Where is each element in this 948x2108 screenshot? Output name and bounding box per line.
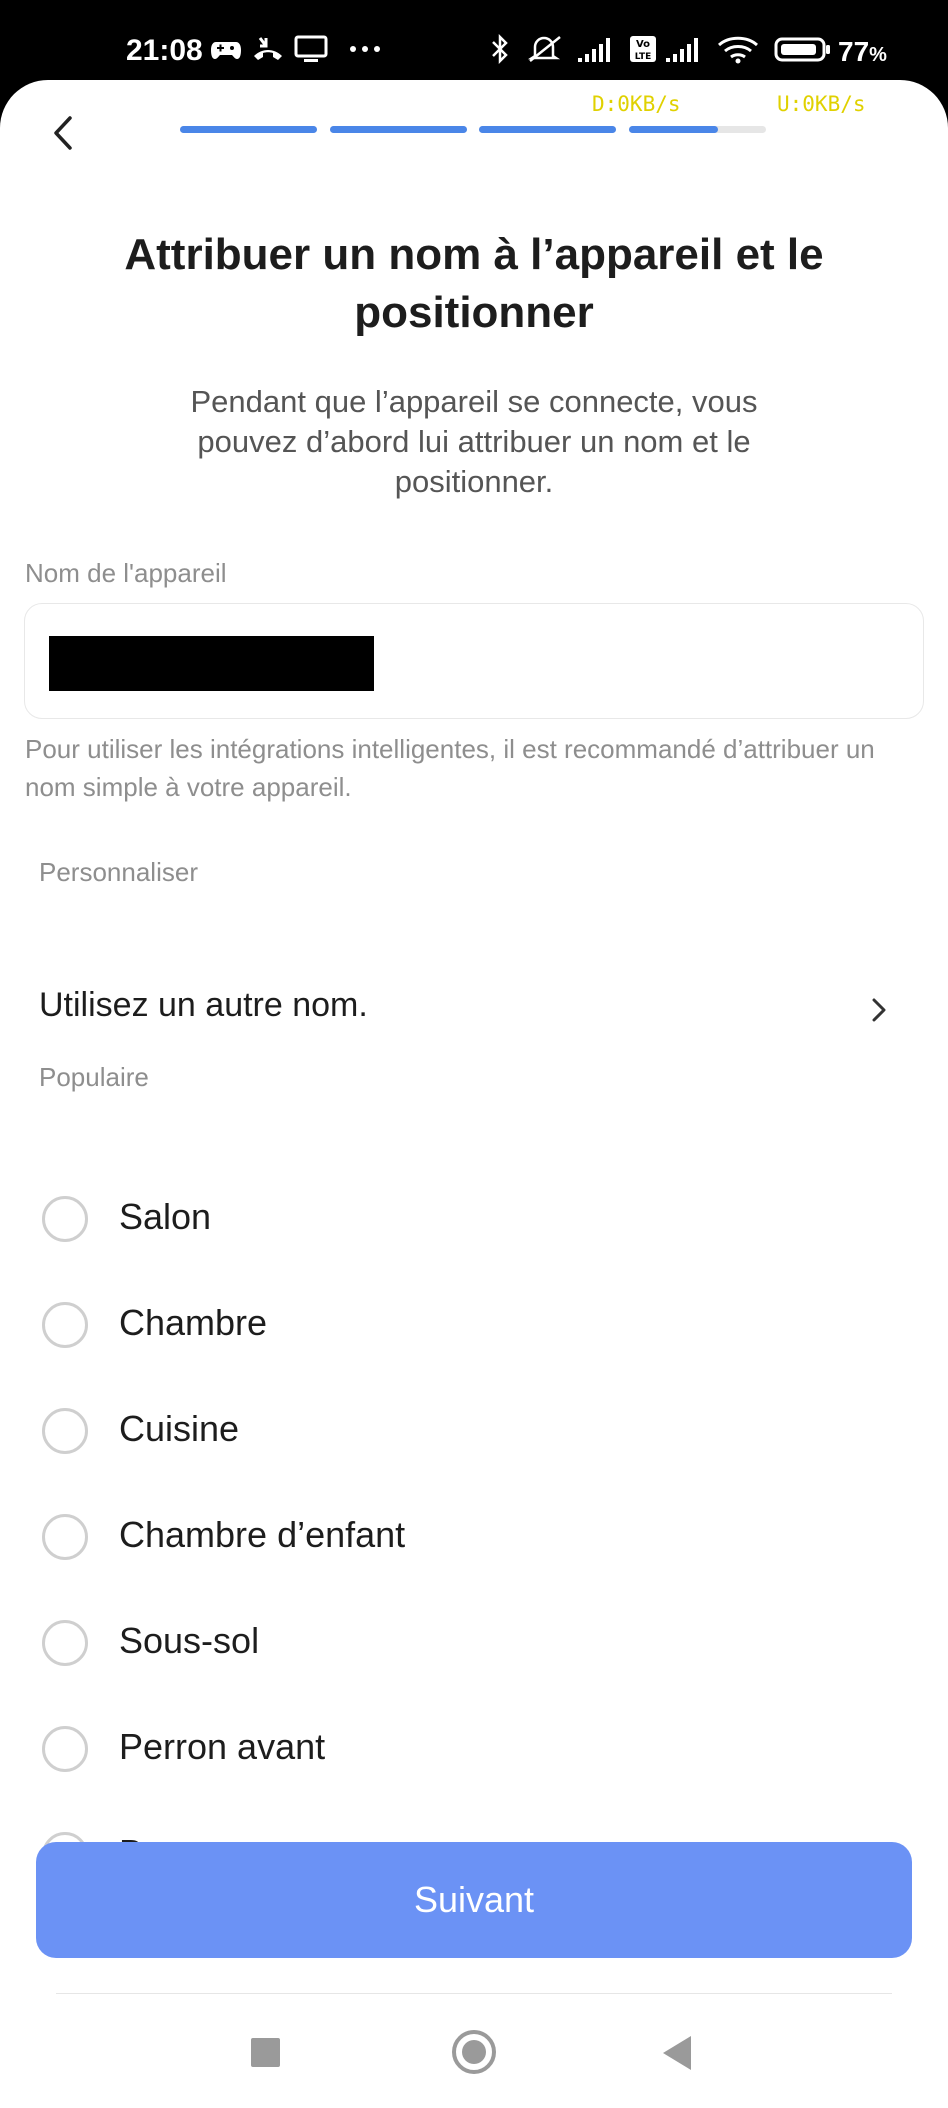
screen-cast-icon bbox=[294, 35, 328, 62]
location-option-label: Salon bbox=[119, 1196, 212, 1237]
location-option-perron-avant[interactable]: Perron avant bbox=[0, 1710, 948, 1790]
battery-icon bbox=[774, 37, 830, 62]
device-name-hint: Pour utiliser les intégrations intellige… bbox=[25, 734, 875, 802]
recents-square-icon[interactable] bbox=[251, 2038, 280, 2067]
page-title: Attribuer un nom à l’appareil et le posi… bbox=[124, 230, 824, 337]
progress-segment bbox=[629, 126, 766, 133]
wifi-icon bbox=[717, 36, 759, 64]
location-option-label: Chambre d’enfant bbox=[119, 1514, 406, 1555]
location-option-salon[interactable]: Salon bbox=[0, 1180, 948, 1260]
location-option-chambre[interactable]: Chambre bbox=[0, 1286, 948, 1366]
radio-icon[interactable] bbox=[42, 1726, 88, 1772]
location-option-label: Sous-sol bbox=[119, 1620, 260, 1661]
svg-text:Vo: Vo bbox=[636, 39, 650, 50]
divider bbox=[56, 1993, 892, 1994]
upload-speed: U:0KB/s bbox=[777, 92, 866, 116]
silent-icon bbox=[527, 36, 561, 62]
location-option-label: Perron avant bbox=[119, 1726, 326, 1767]
custom-name-label: Utilisez un autre nom. bbox=[39, 986, 368, 1024]
device-setup-sheet: D:0KB/s U:0KB/s Attribuer un nom à l’app… bbox=[0, 80, 948, 2108]
progress-segment bbox=[330, 126, 467, 133]
volte-icon: Vo LTE bbox=[630, 36, 656, 62]
back-triangle-icon[interactable] bbox=[663, 2036, 691, 2070]
next-button[interactable]: Suivant bbox=[36, 1842, 912, 1958]
progress-segment bbox=[479, 126, 616, 133]
redacted-value bbox=[49, 636, 374, 691]
custom-section-label: Personnaliser bbox=[39, 857, 198, 887]
location-option-sous-sol[interactable]: Sous-sol bbox=[0, 1604, 948, 1684]
custom-name-row[interactable]: Utilisez un autre nom. bbox=[0, 972, 948, 1048]
svg-text:LTE: LTE bbox=[635, 52, 652, 62]
call-forward-icon bbox=[254, 37, 282, 60]
location-option-label: Chambre bbox=[119, 1302, 268, 1343]
game-controller-icon bbox=[211, 42, 241, 59]
bluetooth-icon bbox=[492, 34, 508, 64]
battery-percent: 77% bbox=[838, 36, 887, 67]
popular-section-label: Populaire bbox=[39, 1062, 149, 1092]
more-dots-icon bbox=[350, 46, 380, 52]
location-option-label: Cuisine bbox=[119, 1408, 240, 1449]
download-speed: D:0KB/s bbox=[592, 92, 681, 116]
popular-location-list: Salon Chambre Cuisine Chambre d’enfant S… bbox=[0, 1180, 948, 1880]
device-name-input[interactable] bbox=[24, 603, 924, 719]
page-subtitle: Pendant que l’appareil se connecte, vous… bbox=[190, 384, 758, 499]
progress-segment bbox=[180, 126, 317, 133]
location-option-cuisine[interactable]: Cuisine bbox=[0, 1392, 948, 1472]
home-circle-icon[interactable] bbox=[452, 2030, 496, 2074]
status-time: 21:08 bbox=[126, 34, 203, 67]
signal-icon bbox=[578, 38, 610, 62]
signal-icon bbox=[666, 38, 698, 62]
device-name-label: Nom de l'appareil bbox=[25, 558, 227, 588]
status-bar: 21:08 Vo LTE 77% bbox=[0, 0, 948, 80]
radio-icon[interactable] bbox=[42, 1302, 88, 1348]
radio-icon[interactable] bbox=[42, 1408, 88, 1454]
radio-icon[interactable] bbox=[42, 1514, 88, 1560]
radio-icon[interactable] bbox=[42, 1620, 88, 1666]
radio-icon[interactable] bbox=[42, 1196, 88, 1242]
chevron-right-icon bbox=[872, 998, 886, 1022]
setup-progress-bar bbox=[180, 126, 770, 134]
chevron-left-icon[interactable] bbox=[40, 108, 90, 158]
location-option-chambre-enfant[interactable]: Chambre d’enfant bbox=[0, 1498, 948, 1578]
